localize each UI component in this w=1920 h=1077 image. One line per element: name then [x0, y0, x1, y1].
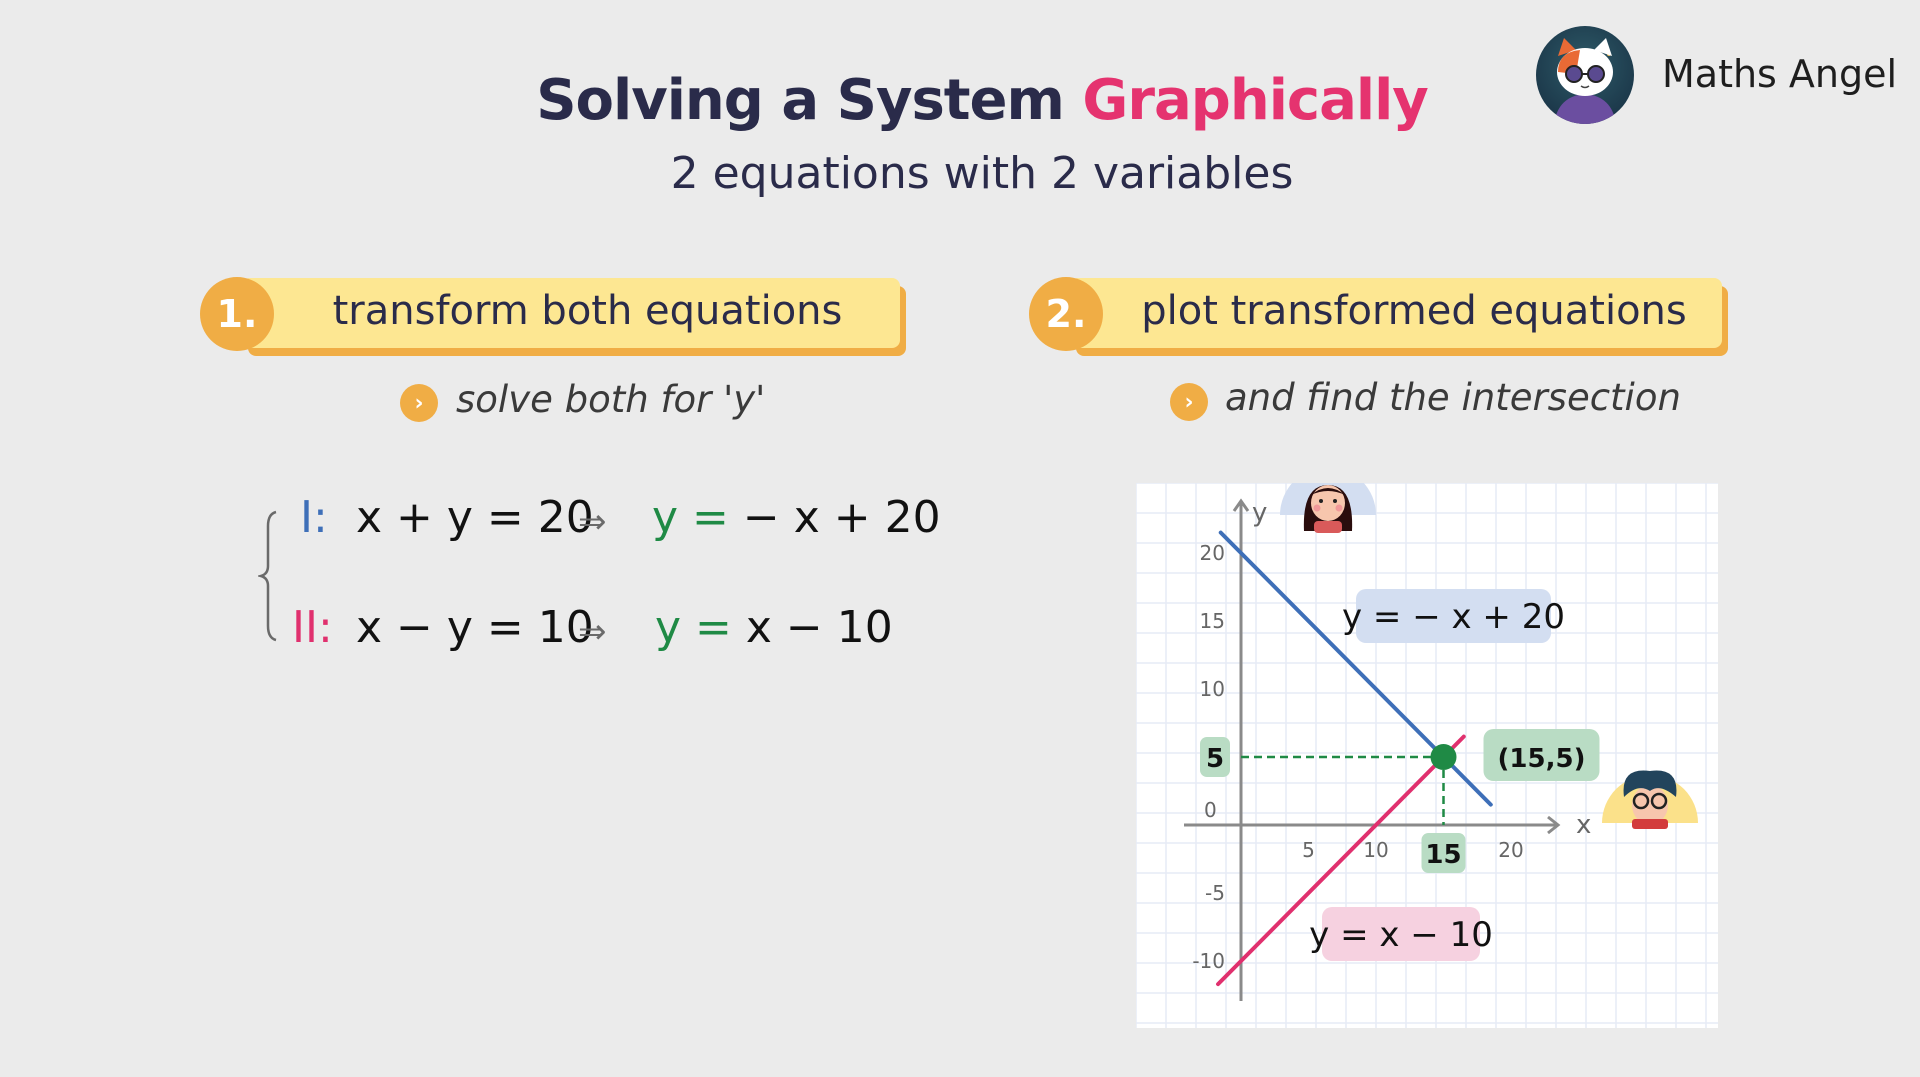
girl-avatar-icon	[1280, 483, 1376, 533]
step-1-number-badge: 1.	[200, 277, 274, 351]
equation-row-1: I:	[300, 492, 328, 543]
girl-shirt	[1314, 521, 1342, 533]
series-label-2: y = x − 10	[1309, 915, 1493, 955]
graph-chart: x y 0 5 10 20 20 15 10 -5 -10 y = − x + 20 y = x…	[1136, 483, 1718, 1028]
equation-2-id: II:	[292, 602, 333, 653]
step-1-bullet: solve both for 'y'	[456, 378, 766, 421]
title-accent: Graphically	[1082, 68, 1428, 133]
equation-2-solved-rhs: x − 10	[745, 602, 893, 653]
origin-label: 0	[1204, 798, 1217, 822]
equation-1-solved-lhs: y =	[652, 492, 729, 543]
y-tick-label: 20	[1200, 541, 1225, 565]
title-main: Solving a System	[536, 68, 1065, 133]
equation-1-original: x + y = 20	[356, 492, 594, 543]
equation-2-solved: y = x − 10	[655, 602, 893, 653]
girl-cheek	[1313, 504, 1321, 512]
x-tick-label: 20	[1498, 838, 1523, 862]
step-2-bullet: and find the intersection	[1225, 376, 1681, 419]
girl-eye	[1333, 499, 1337, 503]
equation-row-2: II:	[292, 602, 333, 653]
y-tick-label: -5	[1205, 881, 1225, 905]
implies-arrow: ⇒	[578, 612, 607, 652]
x-badge-label: 15	[1425, 840, 1461, 870]
equation-1-solved-rhs: − x + 20	[742, 492, 941, 543]
x-axis-label: x	[1576, 810, 1591, 840]
step-2-number-badge: 2.	[1029, 277, 1103, 351]
chevron-right-icon: ›	[1170, 383, 1208, 421]
intersection-guides	[1241, 755, 1445, 825]
y-tick-label: -10	[1192, 949, 1225, 973]
system-brace	[258, 510, 277, 642]
brand-name: Maths Angel	[1662, 52, 1898, 96]
step-1-label: transform both equations	[332, 288, 843, 334]
x-tick-label: 10	[1363, 838, 1388, 862]
equation-2-solved-lhs: y =	[655, 602, 732, 653]
girl-cheek	[1335, 504, 1343, 512]
y-tick-label: 10	[1200, 677, 1225, 701]
equation-2-original: x − y = 10	[356, 602, 594, 653]
y-badge-label: 5	[1206, 744, 1224, 774]
x-tick-label: 5	[1302, 838, 1315, 862]
equation-1-id: I:	[300, 492, 328, 543]
brand-logo-icon	[1536, 26, 1634, 124]
implies-arrow: ⇒	[578, 502, 607, 542]
y-axis-label: y	[1252, 498, 1267, 528]
series-label-1: y = − x + 20	[1342, 597, 1565, 637]
page-subtitle: 2 equations with 2 variables	[670, 148, 1294, 199]
step-2-label: plot transformed equations	[1141, 288, 1687, 334]
boy-shirt	[1632, 819, 1668, 829]
chevron-right-icon: ›	[400, 384, 438, 422]
girl-eye	[1319, 499, 1323, 503]
y-tick-label: 15	[1200, 609, 1225, 633]
equation-1-solved: y = − x + 20	[652, 492, 941, 543]
intersection-point	[1430, 744, 1457, 770]
intersection-label: (15,5)	[1498, 744, 1586, 774]
